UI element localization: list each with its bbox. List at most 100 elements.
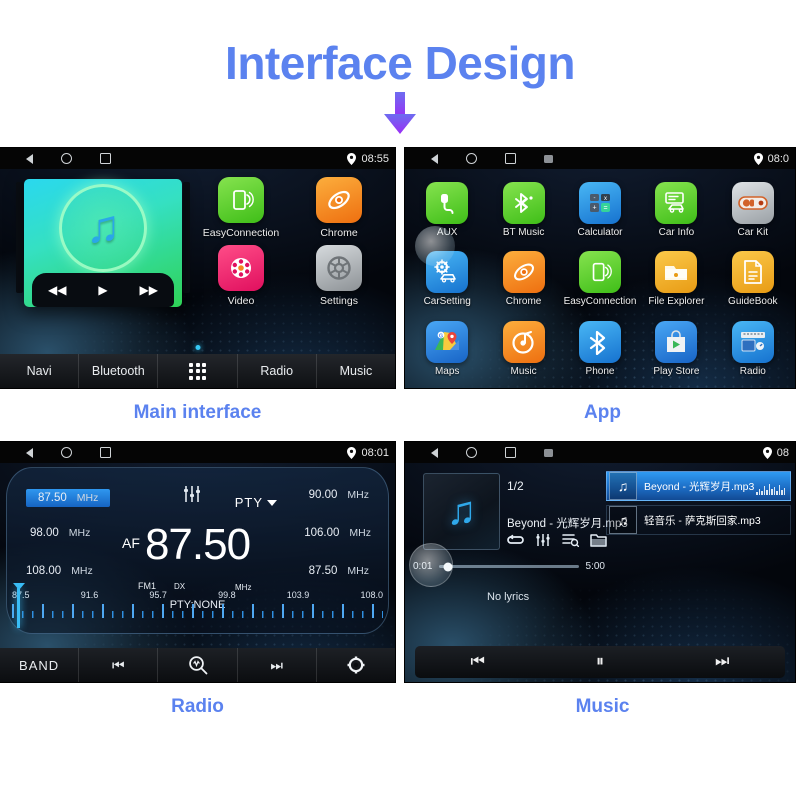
app-file-explorer[interactable]: File Explorer xyxy=(638,245,714,315)
svg-text:x: x xyxy=(604,196,607,202)
home-circle-icon[interactable] xyxy=(61,447,72,458)
app-play-store[interactable]: Play Store xyxy=(638,314,714,384)
skip-previous-icon[interactable]: ⏮ xyxy=(79,648,159,682)
recents-square-icon[interactable] xyxy=(505,447,516,458)
head-unit-screen-app[interactable]: 08:0 AUX BT Music xyxy=(405,148,795,388)
widget-card: ♫ ◀◀ ▶ ▶▶ xyxy=(24,179,182,307)
back-triangle-icon[interactable] xyxy=(431,447,438,458)
preset-unit: MHz xyxy=(68,527,91,539)
location-pin-icon xyxy=(347,446,357,459)
fast-forward-icon[interactable]: ▶▶ xyxy=(140,283,158,297)
bottom-nav-app-grid[interactable] xyxy=(158,354,238,388)
app-chrome[interactable]: Chrome xyxy=(485,245,561,315)
back-triangle-icon[interactable] xyxy=(26,447,33,458)
head-unit-screen-radio[interactable]: 08:01 87.50 MHz 98.00 MHz 108.00 MHz 90.… xyxy=(0,442,395,682)
frequency-scale[interactable]: 87.5 91.6 95.7 99.8 103.9 108.0 xyxy=(8,583,387,628)
time-total: 5:00 xyxy=(585,561,605,572)
tuning-cursor[interactable] xyxy=(13,583,25,628)
panel-caption-main-interface: Main interface xyxy=(133,402,262,423)
folder-icon[interactable] xyxy=(590,533,607,550)
radio-preset-4[interactable]: 90.00 MHz xyxy=(309,489,369,501)
radio-preset-3[interactable]: 108.00 MHz xyxy=(26,565,93,577)
svg-text:-: - xyxy=(593,195,595,201)
playlist-item[interactable]: ♫ 轻音乐 - 萨克斯回家.mp3 xyxy=(606,505,791,535)
app-maps[interactable]: G Maps xyxy=(409,314,485,384)
widget-transport-bar: ◀◀ ▶ ▶▶ xyxy=(32,273,174,307)
app-video[interactable]: Video xyxy=(199,245,283,307)
equalizer-icon[interactable] xyxy=(535,533,551,550)
panel-caption-music: Music xyxy=(575,696,630,717)
scan-search-icon[interactable] xyxy=(158,648,238,682)
touch-indicator xyxy=(415,226,455,266)
bluetooth-icon xyxy=(578,321,621,364)
app-settings[interactable]: Settings xyxy=(297,245,381,307)
app-guidebook[interactable]: GuideBook xyxy=(715,245,791,315)
skip-next-icon[interactable]: ⏭ xyxy=(715,653,729,671)
svg-text:+: + xyxy=(592,204,596,211)
screenshot-icon[interactable] xyxy=(544,154,553,163)
play-icon[interactable]: ▶ xyxy=(98,283,107,297)
music-widget[interactable]: ♫ ◀◀ ▶ ▶▶ xyxy=(16,179,190,307)
gear-icon[interactable] xyxy=(317,648,395,682)
radio-preset-5[interactable]: 106.00 MHz xyxy=(304,527,371,539)
back-triangle-icon[interactable] xyxy=(26,153,33,164)
app-label: EasyConnection xyxy=(563,296,637,308)
app-bt-music[interactable]: BT Music xyxy=(485,175,561,245)
recents-square-icon[interactable] xyxy=(100,153,111,164)
home-circle-icon[interactable] xyxy=(466,153,477,164)
equalizer-icon[interactable] xyxy=(182,485,202,507)
preset-freq: 106.00 xyxy=(304,527,340,539)
app-car-info[interactable]: Car Info xyxy=(638,175,714,245)
pause-icon[interactable]: ⏸ xyxy=(596,653,604,671)
skip-previous-icon[interactable]: ⏮ xyxy=(471,653,485,671)
touch-indicator xyxy=(409,543,453,587)
car-kit-toggle-icon xyxy=(731,181,774,224)
radio-preset-6[interactable]: 87.50 MHz xyxy=(309,565,369,577)
back-triangle-icon[interactable] xyxy=(431,153,438,164)
app-label: Phone xyxy=(585,366,615,378)
app-easyconnection[interactable]: EasyConnection xyxy=(562,245,638,315)
status-time: 08:01 xyxy=(361,446,389,459)
app-calculator[interactable]: - x + = Calculator xyxy=(562,175,638,245)
app-label: Music xyxy=(510,366,537,378)
bottom-nav-bluetooth[interactable]: Bluetooth xyxy=(79,354,159,388)
music-control-bar: ⏮ ⏸ ⏭ xyxy=(415,646,785,678)
app-music[interactable]: Music xyxy=(485,314,561,384)
radio-preset-1[interactable]: 87.50 MHz xyxy=(26,489,111,507)
radio-preset-2[interactable]: 98.00 MHz xyxy=(30,527,90,539)
page-title: Interface Design xyxy=(225,37,575,89)
phone-cast-icon xyxy=(218,177,264,223)
bottom-nav-navi[interactable]: Navi xyxy=(0,354,80,388)
aux-plug-icon xyxy=(426,181,469,224)
band-button[interactable]: BAND xyxy=(0,648,80,682)
head-unit-screen-music[interactable]: 08 ♫ 1/2 Beyond - 光辉岁月.mp3 5:00 No lyric… xyxy=(405,442,795,682)
page-header: Interface Design xyxy=(0,0,800,148)
playlist-item[interactable]: ♫ Beyond - 光辉岁月.mp3 xyxy=(606,471,791,501)
home-circle-icon[interactable] xyxy=(61,153,72,164)
app-phone[interactable]: Phone xyxy=(562,314,638,384)
bottom-nav-radio[interactable]: Radio xyxy=(238,354,317,388)
visualizer-icon xyxy=(756,483,785,495)
playlist-search-icon[interactable] xyxy=(562,533,580,550)
pty-selector[interactable]: PTY xyxy=(235,495,277,510)
rewind-icon[interactable]: ◀◀ xyxy=(48,283,66,297)
music-note-icon: ♫ xyxy=(609,472,637,500)
panel-music: 08 ♫ 1/2 Beyond - 光辉岁月.mp3 5:00 No lyric… xyxy=(400,442,800,736)
recents-square-icon[interactable] xyxy=(100,447,111,458)
folder-icon xyxy=(655,251,698,294)
app-chrome[interactable]: Chrome xyxy=(297,177,381,239)
head-unit-screen-main[interactable]: 08:55 ♫ ◀◀ ▶ ▶▶ EasyConnection Chrome Vi… xyxy=(0,148,395,388)
app-easyconnection[interactable]: EasyConnection xyxy=(199,177,283,239)
app-car-kit[interactable]: Car Kit xyxy=(715,175,791,245)
status-time: 08 xyxy=(776,446,789,459)
seek-bar[interactable] xyxy=(439,562,579,571)
home-circle-icon[interactable] xyxy=(466,447,477,458)
repeat-icon[interactable] xyxy=(507,534,524,550)
skip-next-icon[interactable]: ⏭ xyxy=(238,648,317,682)
app-radio[interactable]: Radio xyxy=(715,314,791,384)
status-bar: 08 xyxy=(405,442,795,463)
bottom-nav-music[interactable]: Music xyxy=(317,354,395,388)
screenshot-icon[interactable] xyxy=(544,448,553,457)
recents-square-icon[interactable] xyxy=(505,153,516,164)
app-label: Chrome xyxy=(505,296,542,308)
